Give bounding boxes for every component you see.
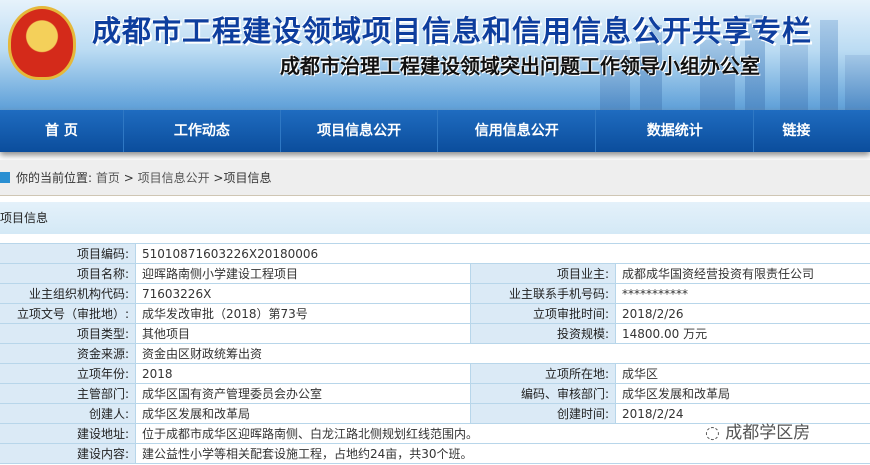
table-row: 立项文号（审批地）: 成华发改审批（2018）第73号 立项审批时间: 2018/2/…	[0, 303, 870, 324]
field-label: 资金来源:	[0, 343, 136, 364]
breadcrumb-home[interactable]: 首页	[96, 171, 120, 185]
nav-project-info[interactable]: 项目信息公开	[281, 110, 439, 152]
field-value: 成华区发展和改革局	[135, 403, 471, 424]
breadcrumb: 你的当前位置: 首页 > 项目信息公开 >项目信息	[0, 160, 870, 196]
watermark: ◌ 成都学区房	[705, 418, 810, 443]
field-label: 项目名称:	[0, 263, 136, 284]
field-value: 迎晖路南侧小学建设工程项目	[135, 263, 471, 284]
field-label: 立项文号（审批地）:	[0, 303, 136, 324]
site-subtitle: 成都市治理工程建设领域突出问题工作领导小组办公室	[280, 54, 760, 78]
field-value: 成都成华国资经营投资有限责任公司	[615, 263, 870, 284]
breadcrumb-current: >项目信息	[209, 171, 272, 185]
field-value: 成华区国有资产管理委员会办公室	[135, 383, 471, 404]
field-label: 建设地址:	[0, 423, 136, 444]
table-row: 主管部门: 成华区国有资产管理委员会办公室 编码、审核部门: 成华区发展和改革局	[0, 383, 870, 404]
table-row: 项目名称: 迎晖路南侧小学建设工程项目 项目业主: 成都成华国资经营投资有限责任公司	[0, 263, 870, 284]
field-value: 2018/2/26	[615, 303, 870, 324]
field-label: 建设内容:	[0, 443, 136, 464]
table-row: 立项年份: 2018 立项所在地: 成华区	[0, 363, 870, 384]
field-value: 成华区发展和改革局	[615, 383, 870, 404]
home-icon	[0, 172, 10, 183]
field-label: 主管部门:	[0, 383, 136, 404]
table-row: 项目编码: 51010871603226X20180006	[0, 243, 870, 264]
table-row: 建设内容: 建公益性小学等相关配套设施工程，占地约24亩，共30个班。	[0, 443, 870, 464]
national-emblem-logo	[8, 6, 76, 80]
field-value: 其他项目	[135, 323, 471, 344]
field-label: 投资规模:	[470, 323, 616, 344]
field-label: 项目业主:	[470, 263, 616, 284]
field-value: 成华区	[615, 363, 870, 384]
nav-home[interactable]: 首 页	[0, 110, 124, 152]
watermark-text: 成都学区房	[725, 423, 811, 443]
wechat-icon: ◌	[705, 423, 726, 443]
field-value: 资金由区财政统筹出资	[135, 343, 870, 364]
field-label: 项目编码:	[0, 243, 136, 264]
nav-statistics[interactable]: 数据统计	[596, 110, 755, 152]
breadcrumb-prefix: 你的当前位置:	[16, 171, 93, 185]
site-banner: 成都市工程建设领域项目信息和信用信息公开共享专栏 成都市治理工程建设领域突出问题…	[0, 0, 870, 110]
field-value: 14800.00 万元	[615, 323, 870, 344]
nav-links[interactable]: 链接	[754, 110, 870, 152]
field-label: 业主联系手机号码:	[470, 283, 616, 304]
field-value: 建公益性小学等相关配套设施工程，占地约24亩，共30个班。	[135, 443, 870, 464]
nav-credit-info[interactable]: 信用信息公开	[438, 110, 597, 152]
table-row: 资金来源: 资金由区财政统筹出资	[0, 343, 870, 364]
field-label: 业主组织机构代码:	[0, 283, 136, 304]
field-value: 71603226X	[135, 283, 471, 304]
section-title: 项目信息	[0, 202, 870, 234]
site-title: 成都市工程建设领域项目信息和信用信息公开共享专栏	[92, 14, 813, 48]
field-label: 立项年份:	[0, 363, 136, 384]
breadcrumb-project-info[interactable]: 项目信息公开	[138, 171, 210, 185]
table-row: 业主组织机构代码: 71603226X 业主联系手机号码: ***********	[0, 283, 870, 304]
nav-work-news[interactable]: 工作动态	[124, 110, 281, 152]
field-label: 编码、审核部门:	[470, 383, 616, 404]
main-nav: 首 页 工作动态 项目信息公开 信用信息公开 数据统计 链接	[0, 110, 870, 152]
field-value: 2018	[135, 363, 471, 384]
field-value: 成华发改审批（2018）第73号	[135, 303, 471, 324]
field-label: 立项审批时间:	[470, 303, 616, 324]
field-label: 创建人:	[0, 403, 136, 424]
field-value: 51010871603226X20180006	[135, 243, 870, 264]
field-value: ***********	[615, 283, 870, 304]
table-row: 项目类型: 其他项目 投资规模: 14800.00 万元	[0, 323, 870, 344]
breadcrumb-sep: >	[119, 171, 138, 185]
field-label: 立项所在地:	[470, 363, 616, 384]
field-label: 创建时间:	[470, 403, 616, 424]
field-label: 项目类型:	[0, 323, 136, 344]
